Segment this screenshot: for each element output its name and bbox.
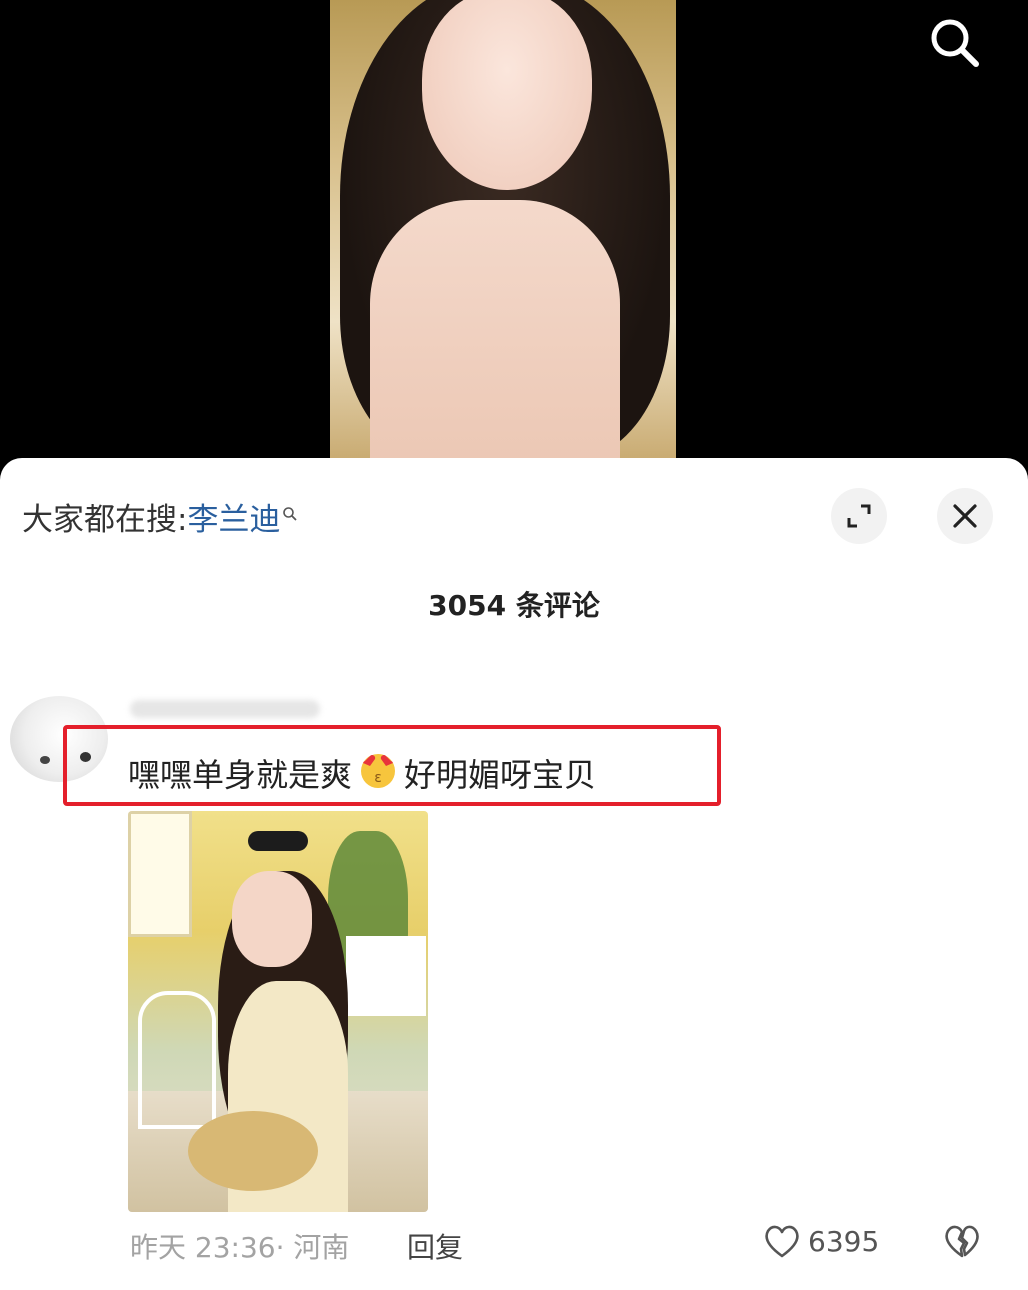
video-player[interactable] xyxy=(0,0,1028,460)
comment-time: 昨天 23:36 xyxy=(130,1231,276,1264)
image-table xyxy=(346,936,426,1016)
expand-icon xyxy=(847,504,871,528)
like-button[interactable]: 6395 xyxy=(762,1222,879,1260)
comment-image[interactable] xyxy=(128,811,428,1212)
broken-heart-icon xyxy=(945,1225,979,1258)
search-button[interactable] xyxy=(926,14,984,72)
comment-count: 3054 条评论 xyxy=(428,589,600,622)
comment-meta: 昨天 23:36· 河南 xyxy=(130,1226,349,1266)
search-icon xyxy=(931,19,979,67)
image-face xyxy=(232,871,312,967)
suggestion-keyword[interactable]: 李兰迪 xyxy=(187,502,280,538)
image-sunglasses xyxy=(248,831,308,851)
reply-button[interactable]: 回复 xyxy=(407,1226,463,1266)
search-icon xyxy=(282,494,298,530)
svg-text:ε: ε xyxy=(374,770,382,786)
expand-button[interactable] xyxy=(831,488,887,544)
image-straw-hat xyxy=(188,1111,318,1191)
username-redacted[interactable] xyxy=(130,700,320,718)
close-icon xyxy=(953,504,977,528)
image-window xyxy=(128,811,192,937)
comment-location: · 河南 xyxy=(275,1231,350,1264)
comment-text-after: 好明媚呀宝贝 xyxy=(404,756,597,794)
video-frame xyxy=(330,0,676,460)
search-suggestion[interactable]: 大家都在搜:李兰迪 xyxy=(22,494,298,539)
close-button[interactable] xyxy=(937,488,993,544)
suggestion-prefix: 大家都在搜: xyxy=(22,502,188,538)
image-chair xyxy=(138,991,216,1129)
comment-text-before: 嘿嘿单身就是爽 xyxy=(128,756,353,794)
like-count: 6395 xyxy=(808,1224,880,1258)
comment-text[interactable]: 嘿嘿单身就是爽 ε 好明媚呀宝贝 xyxy=(128,749,596,797)
dislike-button[interactable] xyxy=(941,1222,983,1264)
avatar-eye-left xyxy=(40,756,50,764)
heart-icon xyxy=(765,1225,799,1258)
heart-eyes-kiss-emoji: ε xyxy=(356,749,400,797)
video-photo-body xyxy=(370,200,620,460)
